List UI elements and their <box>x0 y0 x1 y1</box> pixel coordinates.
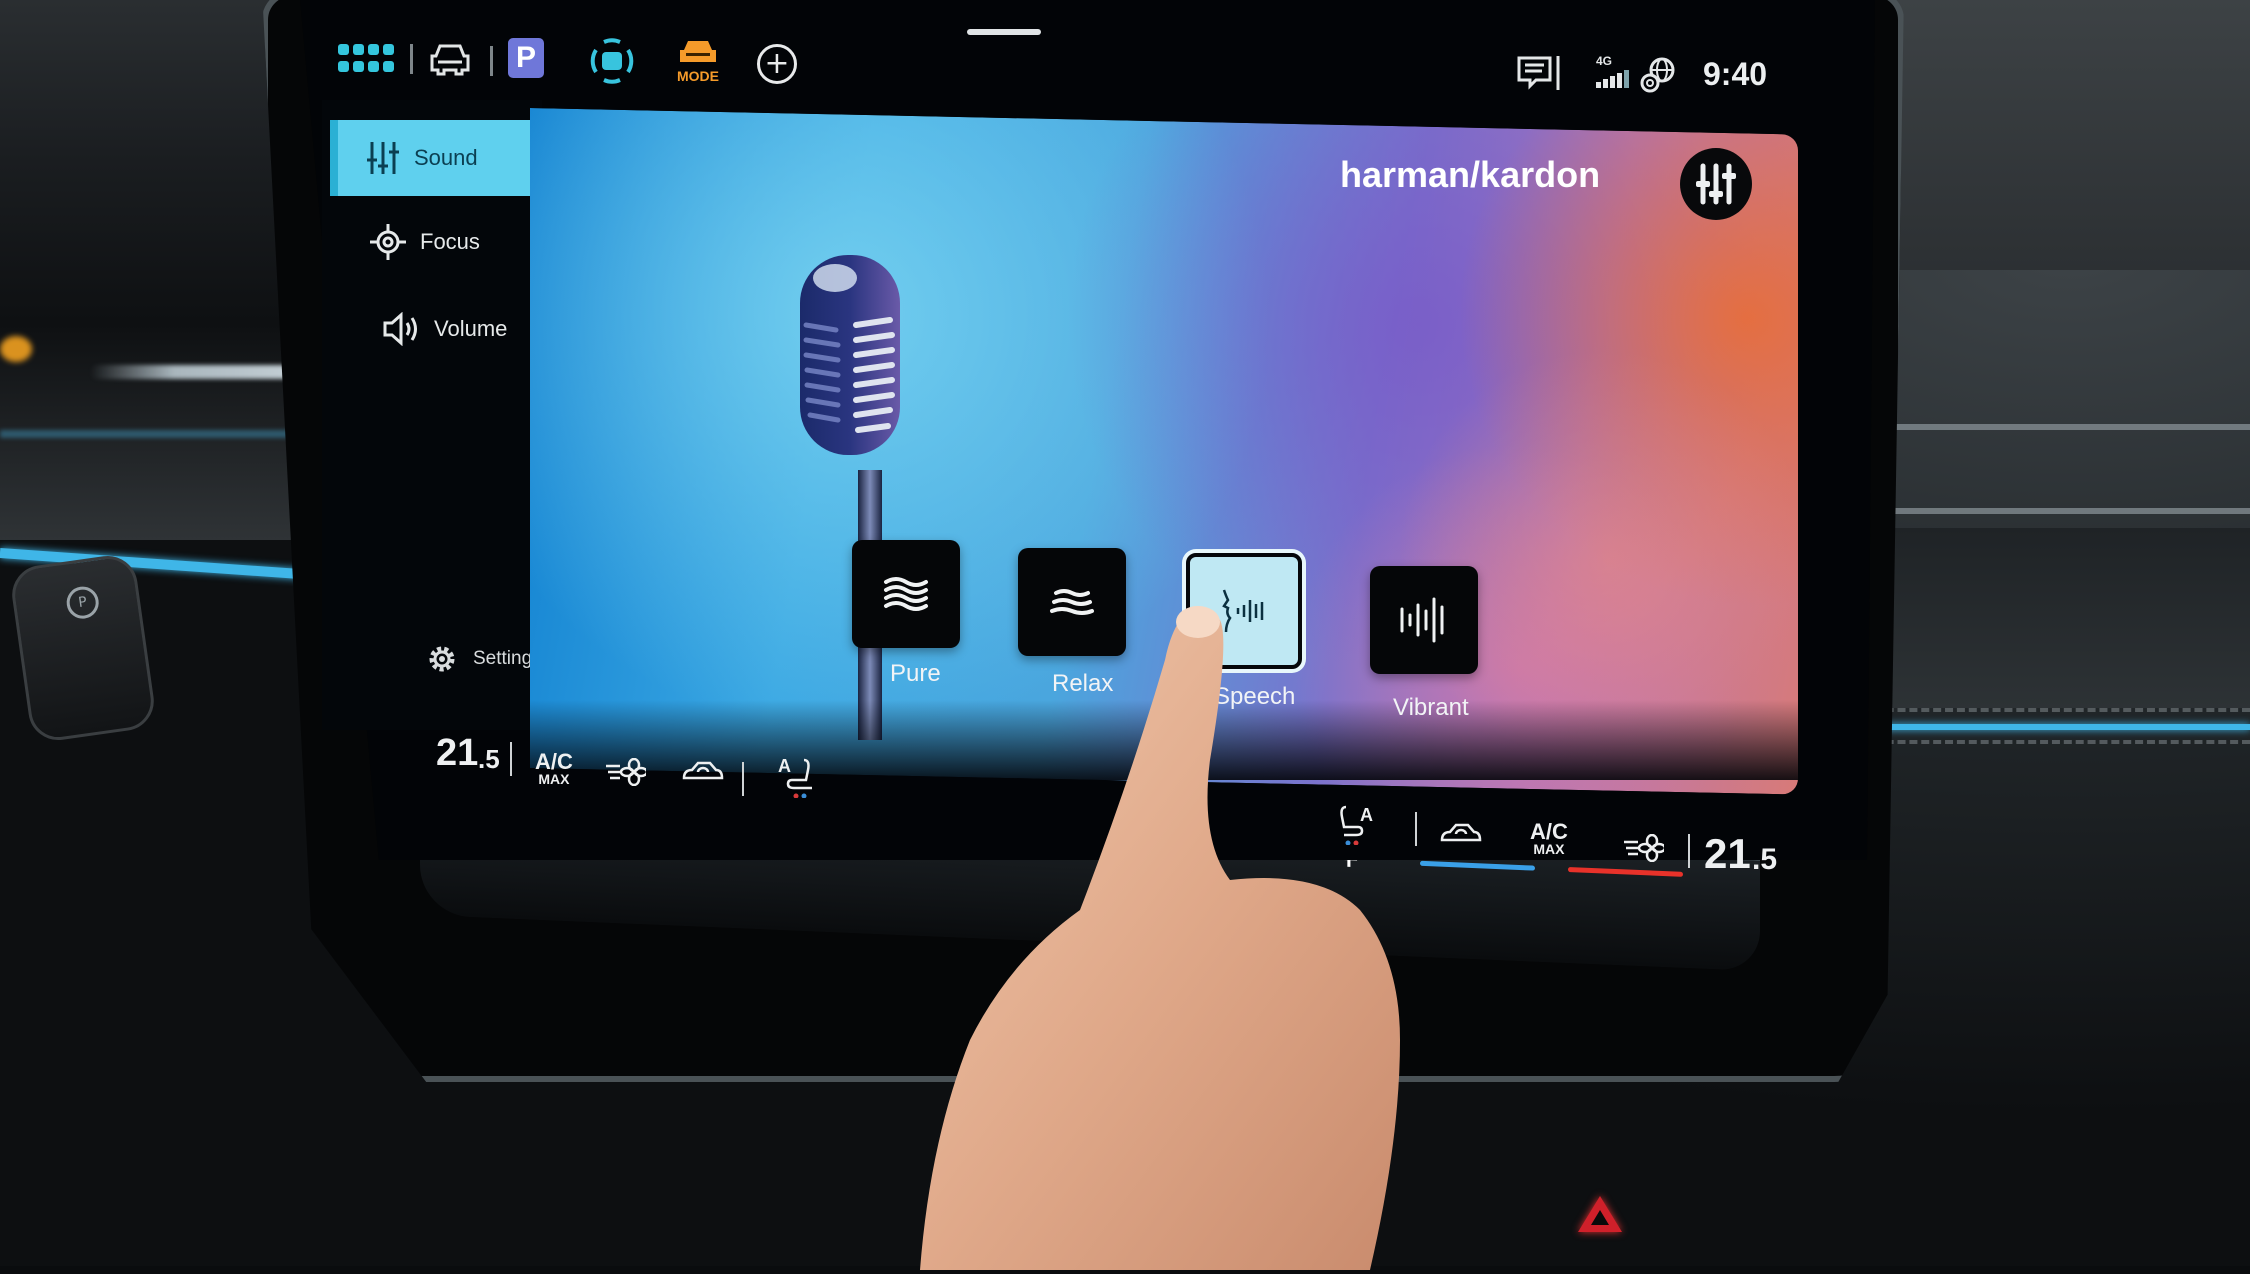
air-vent-right <box>1890 424 2250 430</box>
passenger-temp-whole[interactable]: 21 <box>1704 830 1751 878</box>
drive-mode-icon[interactable]: MODE <box>672 38 724 86</box>
park-assist-icon[interactable] <box>588 38 636 84</box>
dashboard-panel-left <box>0 0 300 540</box>
ambient-light-strip-right <box>1850 724 2250 730</box>
temp-slider-hot-right[interactable] <box>1568 867 1683 877</box>
focus-icon <box>370 224 406 260</box>
status-separator <box>410 44 413 74</box>
sidebar-item-settings[interactable]: Settings <box>425 642 542 676</box>
climate-separator <box>742 762 744 796</box>
sidebar-item-label: Focus <box>420 229 480 254</box>
sliders-icon <box>367 142 399 174</box>
harman-kardon-logo: harman/kardon <box>1340 154 1601 195</box>
fan-icon[interactable] <box>1624 833 1667 866</box>
sidebar-item-focus[interactable]: Focus <box>370 224 480 260</box>
climate-separator <box>1688 834 1690 868</box>
user-hand <box>900 580 1460 1270</box>
ac-max-label: MAX <box>538 771 570 787</box>
equalizer-button[interactable] <box>1680 148 1752 220</box>
apps-grid-icon[interactable] <box>338 44 394 74</box>
message-icon[interactable] <box>1516 54 1562 94</box>
sidebar-item-volume[interactable]: Volume <box>382 312 507 346</box>
ac-max-button-right[interactable]: A/C MAX <box>1530 821 1568 857</box>
air-vent-right-lower <box>1890 508 2250 514</box>
air-vent-left <box>90 365 300 379</box>
home-indicator[interactable] <box>967 29 1041 35</box>
parking-brake-icon: P <box>64 584 101 621</box>
parking-icon[interactable]: P <box>508 38 544 78</box>
globe-icon <box>1640 56 1676 94</box>
ac-max-label: MAX <box>1533 841 1565 857</box>
driver-temp-whole[interactable]: 21 <box>436 732 478 775</box>
electronic-parking-brake-switch[interactable]: P <box>8 552 158 744</box>
sidebar-item-sound[interactable]: Sound <box>330 120 535 196</box>
equalizer-icon <box>1696 163 1736 205</box>
recirculation-icon[interactable] <box>682 760 724 788</box>
status-separator <box>490 46 493 76</box>
drive-mode-label: MODE <box>677 68 719 84</box>
add-icon[interactable]: + <box>757 44 797 84</box>
gear-icon <box>429 646 455 672</box>
seat-icon <box>786 758 812 798</box>
passenger-temp-decimal[interactable]: .5 <box>1752 843 1777 877</box>
microphone-image <box>790 250 910 480</box>
clock: 9:40 <box>1703 56 1768 92</box>
amber-indicator-light <box>0 336 32 362</box>
sidebar-item-label: Sound <box>414 145 478 170</box>
ac-max-button-left[interactable]: A/C MAX <box>535 751 573 787</box>
signal-4g-icon: 4G <box>1594 54 1634 92</box>
ambient-light-strip-left-upper <box>0 430 320 438</box>
sidebar-item-label: Volume <box>434 316 508 341</box>
dashboard-stitching <box>1850 708 2250 716</box>
car-icon[interactable] <box>428 40 472 78</box>
dashboard-stitching-lower <box>1850 740 2250 748</box>
fan-icon[interactable] <box>606 757 649 790</box>
climate-separator <box>510 742 512 776</box>
dashboard-panel-right-lower <box>1860 528 2250 708</box>
speaker-icon <box>383 312 417 346</box>
hazard-warning-button[interactable] <box>1578 1196 1622 1232</box>
dashboard-panel-right <box>1860 0 2250 270</box>
driver-temp-decimal[interactable]: .5 <box>478 744 500 775</box>
